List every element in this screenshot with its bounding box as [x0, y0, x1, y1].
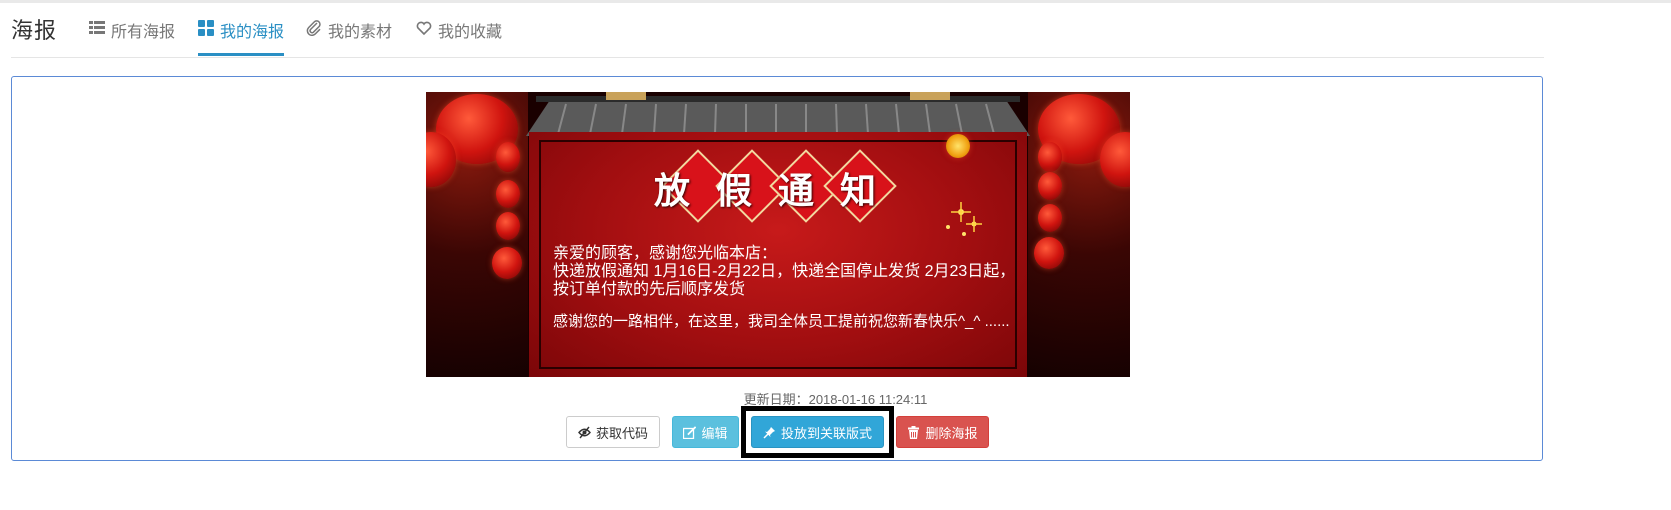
lantern-decoration: [492, 247, 522, 279]
page-header: 海报 所有海报 我的海报 我的素材 我的收藏: [11, 0, 1544, 58]
tab-label: 所有海报: [111, 22, 176, 41]
heart-icon: [416, 20, 432, 36]
delete-poster-button[interactable]: 删除海报: [896, 416, 989, 448]
poster-image[interactable]: 放假通知 亲爱的顾客，感谢您光临本店： 快递放假通知 1月16日-2月22日，快…: [426, 92, 1130, 377]
place-to-layout-button[interactable]: 投放到关联版式: [751, 416, 884, 448]
lantern-decoration: [496, 212, 520, 240]
firecracker-decoration: [946, 134, 970, 158]
lantern-decoration: [1034, 237, 1064, 269]
tab-label: 我的海报: [220, 22, 285, 41]
tab-label: 我的素材: [328, 22, 393, 41]
trash-icon: [907, 425, 920, 439]
poster-line-3: 按订单付款的先后顺序发货: [553, 281, 746, 298]
button-label: 投放到关联版式: [780, 425, 872, 441]
tab-all-posters[interactable]: 所有海报: [89, 18, 175, 56]
button-label: 删除海报: [925, 425, 978, 441]
paperclip-icon: [306, 20, 322, 37]
roof-decoration: [526, 92, 1030, 136]
pin-icon: [763, 426, 776, 439]
tab-my-materials[interactable]: 我的素材: [306, 18, 392, 56]
eye-slash-icon: [578, 426, 591, 439]
page-title: 海报: [11, 19, 58, 44]
edit-button[interactable]: 编辑: [672, 416, 739, 448]
tab-my-posters[interactable]: 我的海报: [198, 18, 285, 56]
firework-decoration: [946, 202, 982, 236]
tab-label: 我的收藏: [438, 22, 503, 41]
poster-line-1: 亲爱的顾客，感谢您光临本店：: [553, 245, 778, 262]
list-icon: [89, 20, 105, 36]
grid-icon: [198, 20, 214, 36]
button-label: 编辑: [701, 425, 728, 441]
edit-icon: [683, 425, 697, 439]
tab-my-favorites[interactable]: 我的收藏: [416, 18, 502, 56]
button-label: 获取代码: [595, 425, 648, 441]
get-code-button[interactable]: 获取代码: [566, 416, 660, 448]
poster-heading: 放假通知: [653, 170, 902, 212]
poster-line-4: 感谢您的一路相伴，在这里，我司全体员工提前祝您新春快乐^_^ ......: [553, 313, 1010, 330]
poster-line-2: 快递放假通知 1月16日-2月22日，快递全国停止发货 2月23日起，: [553, 263, 1016, 280]
update-date: 更新日期：2018-01-16 11:24:11: [743, 392, 928, 407]
